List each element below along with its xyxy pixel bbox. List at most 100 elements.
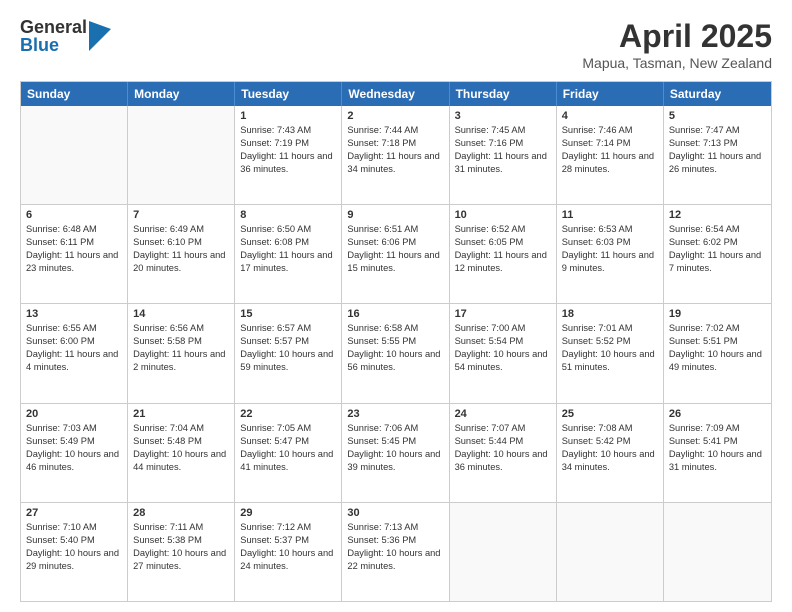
sunrise-line: Sunrise: 7:12 AM — [240, 521, 336, 534]
sunset-line: Sunset: 5:47 PM — [240, 435, 336, 448]
daylight-line: Daylight: 11 hours and 15 minutes. — [347, 249, 443, 275]
daylight-line: Daylight: 10 hours and 46 minutes. — [26, 448, 122, 474]
cal-header-saturday: Saturday — [664, 82, 771, 106]
sunset-line: Sunset: 7:16 PM — [455, 137, 551, 150]
sunset-line: Sunset: 6:10 PM — [133, 236, 229, 249]
logo-icon — [89, 21, 111, 51]
cal-cell — [128, 106, 235, 204]
sunset-line: Sunset: 6:11 PM — [26, 236, 122, 249]
sunset-line: Sunset: 5:49 PM — [26, 435, 122, 448]
cal-cell: 3Sunrise: 7:45 AMSunset: 7:16 PMDaylight… — [450, 106, 557, 204]
sunrise-line: Sunrise: 6:56 AM — [133, 322, 229, 335]
daylight-line: Daylight: 11 hours and 17 minutes. — [240, 249, 336, 275]
day-number: 15 — [240, 308, 336, 320]
day-number: 7 — [133, 209, 229, 221]
cal-cell: 27Sunrise: 7:10 AMSunset: 5:40 PMDayligh… — [21, 503, 128, 601]
cal-cell: 19Sunrise: 7:02 AMSunset: 5:51 PMDayligh… — [664, 304, 771, 402]
daylight-line: Daylight: 10 hours and 36 minutes. — [455, 448, 551, 474]
cal-cell: 25Sunrise: 7:08 AMSunset: 5:42 PMDayligh… — [557, 404, 664, 502]
sunset-line: Sunset: 7:19 PM — [240, 137, 336, 150]
sunrise-line: Sunrise: 7:01 AM — [562, 322, 658, 335]
daylight-line: Daylight: 11 hours and 26 minutes. — [669, 150, 766, 176]
sunset-line: Sunset: 6:00 PM — [26, 335, 122, 348]
sunset-line: Sunset: 7:14 PM — [562, 137, 658, 150]
cal-cell — [450, 503, 557, 601]
sunrise-line: Sunrise: 7:10 AM — [26, 521, 122, 534]
sunrise-line: Sunrise: 7:47 AM — [669, 124, 766, 137]
cal-cell: 9Sunrise: 6:51 AMSunset: 6:06 PMDaylight… — [342, 205, 449, 303]
main-title: April 2025 — [582, 18, 772, 55]
cal-cell: 4Sunrise: 7:46 AMSunset: 7:14 PMDaylight… — [557, 106, 664, 204]
cal-cell: 20Sunrise: 7:03 AMSunset: 5:49 PMDayligh… — [21, 404, 128, 502]
day-number: 21 — [133, 408, 229, 420]
sunrise-line: Sunrise: 7:03 AM — [26, 422, 122, 435]
sunrise-line: Sunrise: 7:05 AM — [240, 422, 336, 435]
day-number: 19 — [669, 308, 766, 320]
daylight-line: Daylight: 10 hours and 24 minutes. — [240, 547, 336, 573]
sunset-line: Sunset: 5:57 PM — [240, 335, 336, 348]
cal-header-monday: Monday — [128, 82, 235, 106]
cal-cell: 10Sunrise: 6:52 AMSunset: 6:05 PMDayligh… — [450, 205, 557, 303]
title-block: April 2025 Mapua, Tasman, New Zealand — [582, 18, 772, 71]
cal-cell: 17Sunrise: 7:00 AMSunset: 5:54 PMDayligh… — [450, 304, 557, 402]
daylight-line: Daylight: 10 hours and 49 minutes. — [669, 348, 766, 374]
daylight-line: Daylight: 10 hours and 29 minutes. — [26, 547, 122, 573]
daylight-line: Daylight: 11 hours and 34 minutes. — [347, 150, 443, 176]
cal-cell: 30Sunrise: 7:13 AMSunset: 5:36 PMDayligh… — [342, 503, 449, 601]
cal-header-friday: Friday — [557, 82, 664, 106]
day-number: 9 — [347, 209, 443, 221]
cal-header-tuesday: Tuesday — [235, 82, 342, 106]
sunrise-line: Sunrise: 6:54 AM — [669, 223, 766, 236]
cal-cell: 2Sunrise: 7:44 AMSunset: 7:18 PMDaylight… — [342, 106, 449, 204]
day-number: 23 — [347, 408, 443, 420]
sunrise-line: Sunrise: 7:46 AM — [562, 124, 658, 137]
daylight-line: Daylight: 10 hours and 51 minutes. — [562, 348, 658, 374]
cal-cell — [557, 503, 664, 601]
day-number: 6 — [26, 209, 122, 221]
daylight-line: Daylight: 10 hours and 31 minutes. — [669, 448, 766, 474]
sunrise-line: Sunrise: 7:06 AM — [347, 422, 443, 435]
cal-cell: 23Sunrise: 7:06 AMSunset: 5:45 PMDayligh… — [342, 404, 449, 502]
logo-text: General Blue — [20, 18, 87, 54]
cal-cell: 24Sunrise: 7:07 AMSunset: 5:44 PMDayligh… — [450, 404, 557, 502]
sunset-line: Sunset: 5:44 PM — [455, 435, 551, 448]
sunrise-line: Sunrise: 7:13 AM — [347, 521, 443, 534]
sunset-line: Sunset: 5:38 PM — [133, 534, 229, 547]
day-number: 26 — [669, 408, 766, 420]
sunrise-line: Sunrise: 6:49 AM — [133, 223, 229, 236]
sunset-line: Sunset: 5:45 PM — [347, 435, 443, 448]
sunrise-line: Sunrise: 6:55 AM — [26, 322, 122, 335]
logo: General Blue — [20, 18, 111, 54]
sunset-line: Sunset: 5:41 PM — [669, 435, 766, 448]
daylight-line: Daylight: 10 hours and 27 minutes. — [133, 547, 229, 573]
cal-cell: 21Sunrise: 7:04 AMSunset: 5:48 PMDayligh… — [128, 404, 235, 502]
day-number: 22 — [240, 408, 336, 420]
day-number: 27 — [26, 507, 122, 519]
cal-cell — [664, 503, 771, 601]
cal-cell: 12Sunrise: 6:54 AMSunset: 6:02 PMDayligh… — [664, 205, 771, 303]
cal-cell: 18Sunrise: 7:01 AMSunset: 5:52 PMDayligh… — [557, 304, 664, 402]
sunrise-line: Sunrise: 7:04 AM — [133, 422, 229, 435]
cal-week-3: 13Sunrise: 6:55 AMSunset: 6:00 PMDayligh… — [21, 303, 771, 402]
sunrise-line: Sunrise: 7:11 AM — [133, 521, 229, 534]
sunset-line: Sunset: 7:13 PM — [669, 137, 766, 150]
sunrise-line: Sunrise: 6:52 AM — [455, 223, 551, 236]
daylight-line: Daylight: 10 hours and 56 minutes. — [347, 348, 443, 374]
sunset-line: Sunset: 6:06 PM — [347, 236, 443, 249]
logo-blue-text: Blue — [20, 36, 87, 54]
sunset-line: Sunset: 5:52 PM — [562, 335, 658, 348]
cal-cell: 13Sunrise: 6:55 AMSunset: 6:00 PMDayligh… — [21, 304, 128, 402]
sunrise-line: Sunrise: 7:00 AM — [455, 322, 551, 335]
cal-cell: 29Sunrise: 7:12 AMSunset: 5:37 PMDayligh… — [235, 503, 342, 601]
day-number: 5 — [669, 110, 766, 122]
daylight-line: Daylight: 11 hours and 7 minutes. — [669, 249, 766, 275]
day-number: 25 — [562, 408, 658, 420]
calendar: SundayMondayTuesdayWednesdayThursdayFrid… — [20, 81, 772, 602]
sunrise-line: Sunrise: 6:50 AM — [240, 223, 336, 236]
cal-header-wednesday: Wednesday — [342, 82, 449, 106]
sunrise-line: Sunrise: 6:53 AM — [562, 223, 658, 236]
daylight-line: Daylight: 11 hours and 31 minutes. — [455, 150, 551, 176]
sunset-line: Sunset: 5:36 PM — [347, 534, 443, 547]
day-number: 28 — [133, 507, 229, 519]
daylight-line: Daylight: 11 hours and 23 minutes. — [26, 249, 122, 275]
